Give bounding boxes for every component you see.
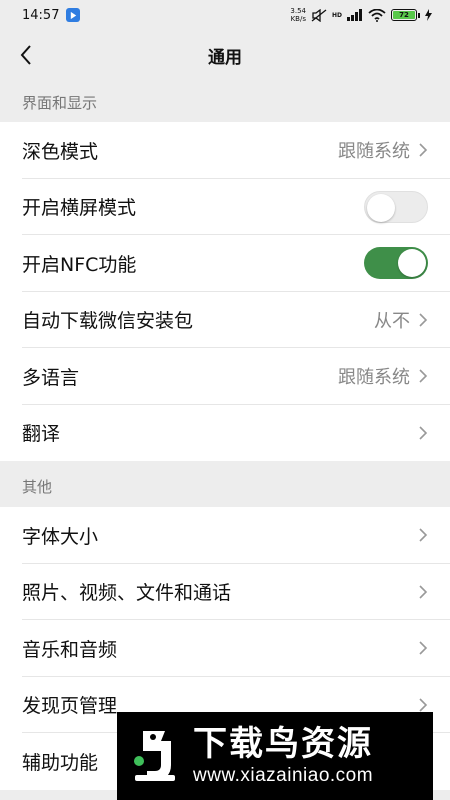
setting-landscape-mode: 开启横屏模式 xyxy=(0,179,450,236)
setting-value: 跟随系统 xyxy=(338,141,410,163)
setting-label: 翻译 xyxy=(22,423,61,446)
setting-auto-download[interactable]: 自动下载微信安装包 从不 xyxy=(0,292,450,349)
setting-media-files[interactable]: 照片、视频、文件和通话 xyxy=(0,564,450,621)
net-speed: 3.54 KB/s xyxy=(290,7,306,23)
page-title: 通用 xyxy=(208,47,242,68)
setting-label: 开启NFC功能 xyxy=(22,253,137,276)
setting-label: 音乐和音频 xyxy=(22,638,118,661)
hd-tag: HD xyxy=(331,11,342,19)
chevron-right-icon xyxy=(419,641,428,655)
toggle-knob xyxy=(398,249,426,278)
chevron-right-icon xyxy=(419,369,428,383)
status-bar: 14:57 3.54 KB/s HD 72 xyxy=(0,0,450,30)
setting-label: 字体大小 xyxy=(22,525,99,548)
settings-group-display: 深色模式 跟随系统 开启横屏模式 开启NFC功能 自动下载微信安装包 从不 多语… xyxy=(0,122,450,461)
net-speed-unit: KB/s xyxy=(290,15,306,23)
section-header-other: 其他 xyxy=(22,478,53,496)
setting-font-size[interactable]: 字体大小 xyxy=(0,507,450,564)
charging-icon xyxy=(425,9,432,21)
bird-logo-icon xyxy=(134,731,175,781)
chevron-right-icon xyxy=(419,585,428,599)
mute-icon xyxy=(311,8,327,22)
app-notification-icon xyxy=(66,8,81,22)
battery-level: 72 xyxy=(393,11,415,19)
status-left: 14:57 xyxy=(22,7,81,23)
watermark-text: 下载鸟资源 www.xiazainiao.com xyxy=(193,724,373,788)
setting-label: 自动下载微信安装包 xyxy=(22,310,194,333)
setting-music-audio[interactable]: 音乐和音频 xyxy=(0,620,450,677)
landscape-toggle[interactable] xyxy=(364,190,428,223)
battery-icon: 72 xyxy=(391,9,420,21)
setting-language[interactable]: 多语言 跟随系统 xyxy=(0,348,450,405)
signal-icon xyxy=(347,9,362,21)
chevron-right-icon xyxy=(419,426,428,440)
setting-translate[interactable]: 翻译 xyxy=(0,405,450,462)
setting-label: 照片、视频、文件和通话 xyxy=(22,582,232,605)
wifi-icon xyxy=(368,8,386,22)
chevron-right-icon xyxy=(419,313,428,327)
setting-label: 深色模式 xyxy=(22,140,99,163)
setting-value: 从不 xyxy=(374,310,410,332)
chevron-right-icon xyxy=(419,143,428,157)
toggle-knob xyxy=(367,193,395,222)
setting-value: 跟随系统 xyxy=(338,367,410,389)
setting-dark-mode[interactable]: 深色模式 跟随系统 xyxy=(0,122,450,179)
status-right: 3.54 KB/s HD 72 xyxy=(290,7,432,23)
nfc-toggle[interactable] xyxy=(364,247,428,280)
watermark-url: www.xiazainiao.com xyxy=(193,765,374,786)
setting-label: 多语言 xyxy=(22,366,80,389)
net-speed-value: 3.54 xyxy=(290,7,306,15)
back-icon[interactable] xyxy=(14,42,40,68)
setting-label: 开启横屏模式 xyxy=(22,197,137,220)
watermark-overlay: 下载鸟资源 www.xiazainiao.com xyxy=(117,712,433,800)
setting-label: 发现页管理 xyxy=(22,695,118,718)
setting-nfc: 开启NFC功能 xyxy=(0,235,450,292)
nav-bar: 通用 xyxy=(0,30,450,80)
chevron-right-icon xyxy=(419,528,428,542)
chevron-right-icon xyxy=(419,698,428,712)
section-header-display: 界面和显示 xyxy=(22,94,98,112)
watermark-name: 下载鸟资源 xyxy=(193,724,373,764)
status-time: 14:57 xyxy=(22,7,60,23)
setting-label: 辅助功能 xyxy=(22,751,99,774)
